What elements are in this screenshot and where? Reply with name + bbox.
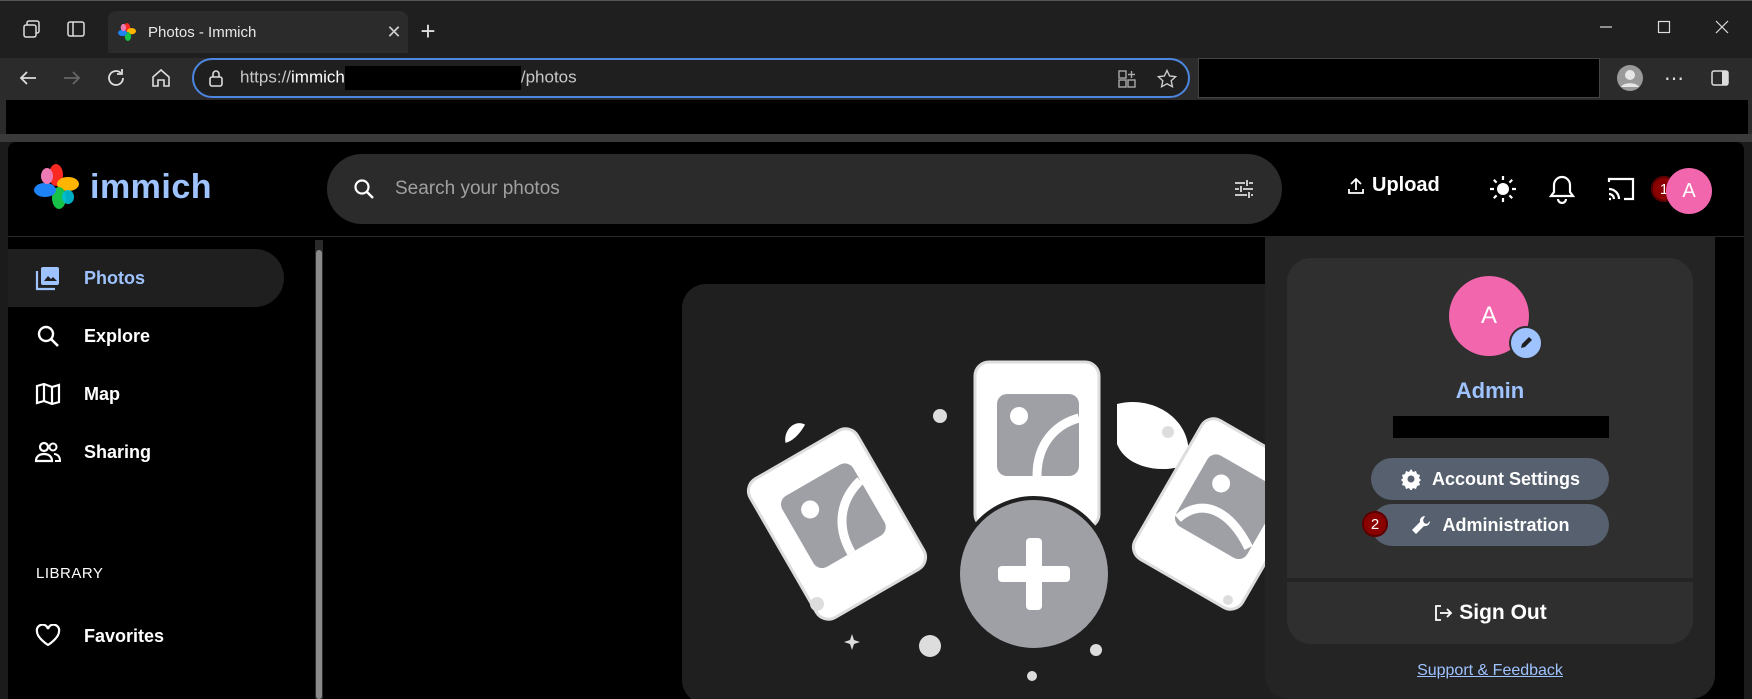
account-menu-panel: A Admin Account Settings Administration … <box>1265 236 1715 699</box>
refresh-icon[interactable] <box>98 60 134 96</box>
administration-label: Administration <box>1442 514 1570 535</box>
sidebar-item-label: Explore <box>84 325 151 346</box>
user-name: Admin <box>1455 378 1525 403</box>
new-tab-icon[interactable]: + <box>410 13 446 49</box>
back-icon[interactable] <box>10 60 46 96</box>
map-icon <box>34 380 62 408</box>
window-divider <box>0 134 1752 142</box>
sidebar-item-favorites[interactable]: Favorites <box>8 607 284 665</box>
more-options-icon[interactable]: ⋯ <box>1656 60 1692 96</box>
url-host: immich <box>291 67 345 87</box>
library-section-heading: LIBRARY <box>36 565 104 582</box>
tab-title: Photos - Immich <box>148 23 257 41</box>
upload-icon <box>1348 177 1364 194</box>
sidebar-item-label: Favorites <box>84 625 165 646</box>
search-filter-icon[interactable] <box>1232 177 1256 201</box>
cast-icon[interactable] <box>1606 175 1636 203</box>
upload-label: Upload <box>1372 174 1440 196</box>
search-icon <box>353 178 375 200</box>
redacted-toolbar-area <box>1198 58 1600 98</box>
tab-actions-icon[interactable] <box>58 11 94 47</box>
favorite-star-icon[interactable] <box>1156 68 1178 95</box>
sidebar-toggle-icon[interactable] <box>1702 60 1738 96</box>
address-bar[interactable]: https://immich/photos <box>192 58 1190 98</box>
search-bar[interactable]: Search your photos <box>327 154 1282 224</box>
account-settings-button[interactable]: Account Settings <box>1371 458 1609 500</box>
browser-tab[interactable]: Photos - Immich ✕ <box>108 11 408 53</box>
browser-titlebar: Photos - Immich ✕ + <box>0 0 1752 58</box>
home-icon[interactable] <box>143 60 179 96</box>
app-header: immich Search your photos Upload 1 A <box>8 142 1744 237</box>
immich-favicon-icon <box>118 23 136 41</box>
forward-icon[interactable] <box>54 60 90 96</box>
sidebar-item-sharing[interactable]: Sharing <box>8 423 284 481</box>
search-input[interactable]: Search your photos <box>395 178 1232 200</box>
url-text: https://immich/photos <box>240 66 577 90</box>
support-feedback-link[interactable]: Support & Feedback <box>1265 662 1715 680</box>
heart-icon <box>34 622 62 650</box>
redacted-email <box>1393 416 1609 438</box>
theme-toggle-icon[interactable] <box>1488 174 1518 204</box>
photos-icon <box>34 264 62 292</box>
window-close-icon[interactable] <box>1704 9 1740 45</box>
sign-out-button[interactable]: Sign Out <box>1287 582 1693 644</box>
logout-icon <box>1435 605 1453 621</box>
upload-button[interactable]: Upload <box>1346 174 1440 197</box>
account-settings-label: Account Settings <box>1431 468 1580 489</box>
logo-wordmark: immich <box>90 167 213 206</box>
url-path: /photos <box>520 67 577 87</box>
sign-out-label: Sign Out <box>1459 601 1547 624</box>
wrench-icon <box>1412 515 1431 534</box>
sidebar-item-label: Sharing <box>84 441 152 462</box>
sidebar-item-label: Photos <box>84 267 145 288</box>
scrollbar-thumb[interactable] <box>316 250 322 699</box>
sidebar-scrollbar[interactable] <box>315 240 323 699</box>
explore-search-icon <box>34 322 62 350</box>
maximize-icon[interactable] <box>1646 9 1682 45</box>
immich-logo-icon <box>34 164 79 209</box>
annotation-badge-2: 2 <box>1362 511 1388 537</box>
edit-avatar-button[interactable] <box>1509 326 1543 360</box>
immich-logo[interactable]: immich <box>34 164 212 210</box>
profile-icon[interactable] <box>1612 60 1648 96</box>
administration-button[interactable]: Administration <box>1371 504 1609 546</box>
sidebar: Photos Explore Map Sharing LIBRARY Favor <box>8 237 298 699</box>
user-avatar-button[interactable]: A <box>1666 168 1712 214</box>
sidebar-item-photos[interactable]: Photos <box>8 249 284 307</box>
notifications-bell-icon[interactable] <box>1548 174 1576 204</box>
immich-app: immich Search your photos Upload 1 A Pho… <box>8 142 1744 699</box>
redacted-bookmarks-bar <box>0 100 1752 134</box>
url-redaction <box>344 66 521 90</box>
app-available-icon[interactable] <box>1116 68 1138 95</box>
workspaces-icon[interactable] <box>14 11 50 47</box>
gear-icon <box>1400 469 1421 490</box>
sidebar-item-explore[interactable]: Explore <box>8 307 284 365</box>
close-tab-icon[interactable]: ✕ <box>380 22 408 43</box>
minimize-icon[interactable] <box>1588 9 1624 45</box>
sidebar-item-label: Map <box>84 383 120 404</box>
profile-card: A Admin Account Settings Administration … <box>1287 258 1693 578</box>
lock-icon[interactable] <box>206 68 226 88</box>
sidebar-item-map[interactable]: Map <box>8 365 284 423</box>
people-icon <box>34 438 62 466</box>
pencil-icon <box>1521 337 1532 348</box>
url-scheme: https:// <box>240 67 292 87</box>
